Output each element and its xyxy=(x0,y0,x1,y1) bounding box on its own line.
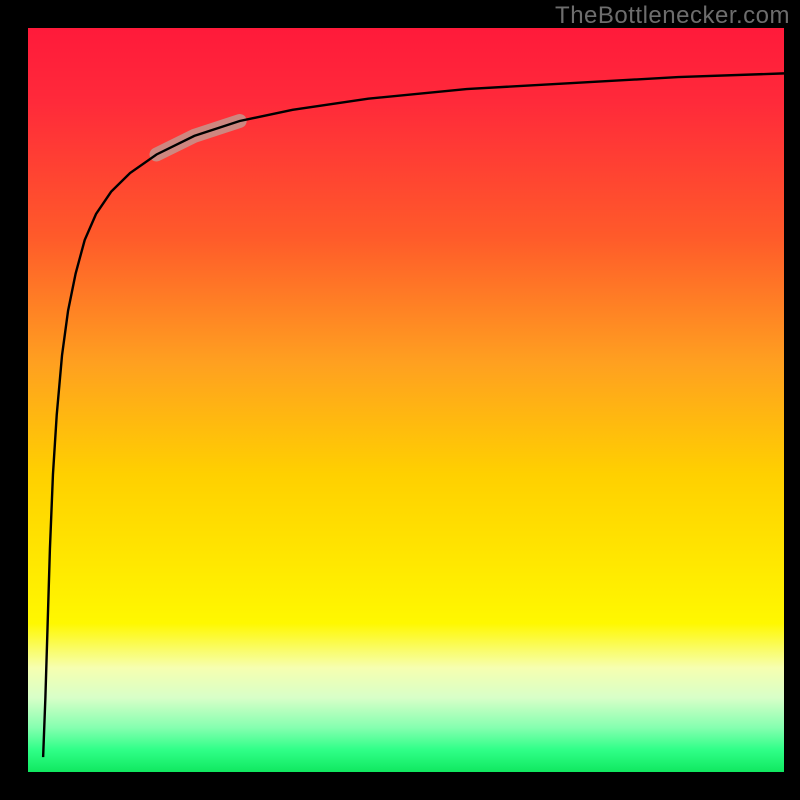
chart-root: TheBottlenecker.com xyxy=(0,0,800,800)
curve-layer xyxy=(28,28,784,772)
curve-highlight xyxy=(157,121,240,154)
bottleneck-curve xyxy=(43,73,784,757)
plot-area xyxy=(28,28,784,772)
attribution-label: TheBottlenecker.com xyxy=(555,2,790,30)
